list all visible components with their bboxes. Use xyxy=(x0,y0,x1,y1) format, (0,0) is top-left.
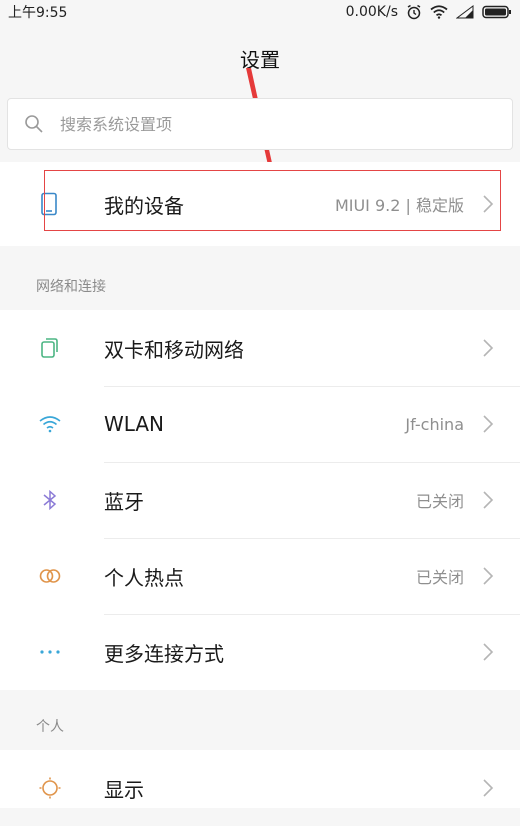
chevron-right-icon xyxy=(483,491,494,509)
wifi-icon xyxy=(39,416,61,433)
wifi-status-icon xyxy=(430,5,448,19)
hotspot-icon xyxy=(39,569,61,583)
search-bar[interactable] xyxy=(7,98,513,150)
network-row-wlan[interactable]: WLAN Jf-china xyxy=(0,386,520,462)
hotspot-label: 个人热点 xyxy=(104,565,184,590)
chevron-right-icon xyxy=(483,567,494,585)
chevron-right-icon xyxy=(483,195,494,213)
network-row-dual-sim[interactable]: 双卡和移动网络 xyxy=(0,310,520,386)
wlan-label: WLAN xyxy=(104,412,165,436)
dual-sim-label: 双卡和移动网络 xyxy=(104,337,244,362)
chevron-right-icon xyxy=(483,339,494,357)
section-personal-label: 个人 xyxy=(36,719,64,735)
network-row-bluetooth[interactable]: 蓝牙 已关闭 xyxy=(0,462,520,538)
more-connections-label: 更多连接方式 xyxy=(104,641,224,666)
network-speed: 0.00K/s xyxy=(345,4,398,20)
status-time: 上午9:55 xyxy=(8,5,68,21)
chevron-right-icon xyxy=(483,643,494,661)
bluetooth-value: 已关闭 xyxy=(415,492,464,511)
bluetooth-label: 蓝牙 xyxy=(104,489,144,514)
chevron-right-icon xyxy=(483,415,494,433)
my-device-label: 我的设备 xyxy=(104,193,184,218)
sim-card-icon xyxy=(41,338,58,358)
my-device-value: MIUI 9.2 | 稳定版 xyxy=(334,196,464,215)
wlan-value: Jf-china xyxy=(405,414,464,434)
my-device-row[interactable]: 我的设备 MIUI 9.2 | 稳定版 xyxy=(0,166,520,242)
hotspot-value: 已关闭 xyxy=(415,568,464,587)
signal-icon xyxy=(456,5,474,19)
section-network-label: 网络和连接 xyxy=(36,279,106,295)
search-icon xyxy=(25,115,43,133)
alarm-icon xyxy=(407,4,421,20)
chevron-right-icon xyxy=(483,779,494,797)
battery-icon xyxy=(482,5,511,19)
phone-icon xyxy=(41,192,57,216)
status-bar: 上午9:55 0.00K/s xyxy=(0,0,520,24)
bluetooth-icon xyxy=(43,489,57,511)
network-row-more-connections[interactable]: 更多连接方式 xyxy=(0,614,520,690)
personal-row-display[interactable]: 显示 xyxy=(0,750,520,826)
display-label: 显示 xyxy=(104,777,144,802)
sun-display-icon xyxy=(39,777,61,799)
more-dots-icon xyxy=(40,650,60,654)
network-row-hotspot[interactable]: 个人热点 已关闭 xyxy=(0,538,520,614)
status-icons: 0.00K/s xyxy=(346,4,512,20)
search-input[interactable] xyxy=(58,113,482,135)
